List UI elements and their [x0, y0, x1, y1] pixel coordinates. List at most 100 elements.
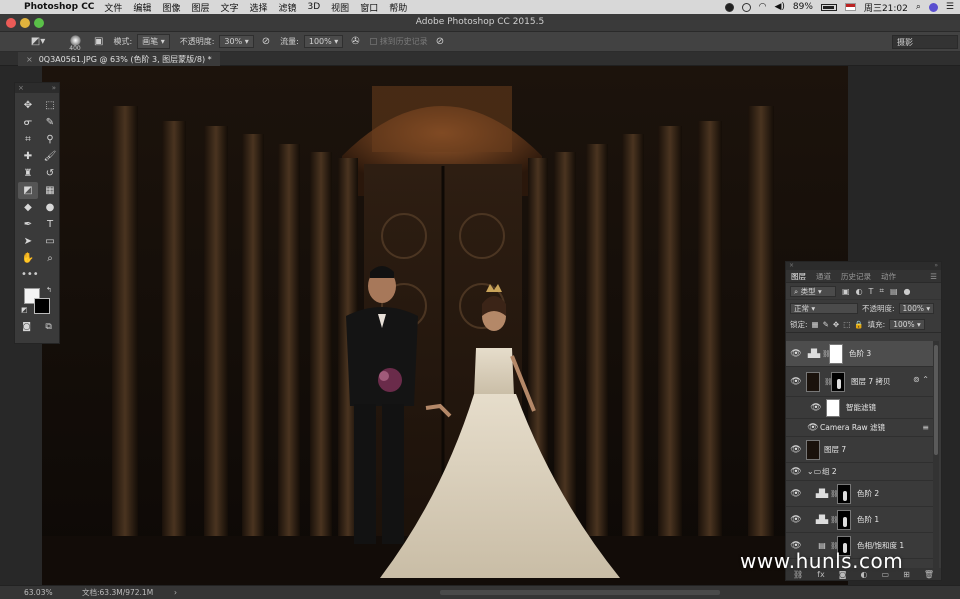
eyedropper-tool-icon[interactable]: ⚲ [40, 131, 60, 148]
status-menu-icon[interactable]: › [174, 588, 177, 597]
new-layer-icon[interactable]: ⊞ [903, 570, 910, 579]
battery-percent[interactable]: 89% [793, 2, 813, 12]
mask-link-icon[interactable]: ⛓ [830, 516, 839, 524]
layer-mask-thumbnail[interactable] [829, 343, 843, 364]
filter-type-icon[interactable]: T [869, 287, 874, 296]
siri-icon[interactable] [928, 2, 938, 12]
pen-tool-icon[interactable]: ✒ [18, 216, 38, 233]
battery-icon[interactable] [820, 3, 837, 11]
blend-mode-select[interactable]: 正常 ▾ [790, 303, 858, 314]
erase-to-history-checkbox[interactable]: 抹到历史记录 [369, 36, 428, 47]
layer-row[interactable]: 👁 图层 7 [786, 437, 933, 463]
volume-icon[interactable]: ◀) [774, 2, 784, 12]
visibility-eye-icon[interactable]: 👁 [786, 377, 806, 387]
menu-3d[interactable]: 3D [308, 2, 321, 12]
type-tool-icon[interactable]: T [40, 216, 60, 233]
crop-tool-icon[interactable]: ⌗ [18, 131, 38, 148]
record-icon[interactable] [724, 2, 734, 12]
layer-row[interactable]: 👁 ⛓ 图层 7 拷贝 ⊚ ⌃ [786, 367, 933, 397]
spotlight-search-icon[interactable]: ⌕ [916, 2, 921, 12]
pressure-opacity-icon[interactable]: ⊘ [262, 36, 270, 47]
history-brush-tool-icon[interactable]: ↺ [40, 165, 60, 182]
move-tool-icon[interactable]: ✥ [18, 97, 38, 114]
tools-panel-header[interactable]: ×» [15, 83, 59, 93]
layer-opacity-field[interactable]: 100% ▾ [898, 303, 935, 314]
close-tab-icon[interactable]: × [26, 55, 33, 64]
collapse-panel-icon[interactable]: » [934, 262, 938, 270]
quick-mask-icon[interactable]: ◙ [22, 322, 31, 332]
airbrush-icon[interactable]: ✇ [351, 36, 359, 47]
layer-row[interactable]: 👁 ▟▙ ⛓ 色阶 1 [786, 507, 933, 533]
menu-type[interactable]: 文字 [220, 1, 238, 14]
layer-mask-thumbnail[interactable] [837, 509, 851, 530]
menu-layer[interactable]: 图层 [191, 1, 209, 14]
zoom-level[interactable]: 63.03% [24, 588, 80, 597]
smart-filter-row[interactable]: 👁 智能滤镜 [786, 397, 933, 419]
tab-channels[interactable]: 通道 [811, 271, 836, 282]
group-row[interactable]: 👁 ⌄▭ 组 2 [786, 463, 933, 481]
lock-all-icon[interactable]: 🔒 [854, 320, 863, 329]
flow-field[interactable]: 100% ▾ [303, 35, 344, 48]
quick-select-tool-icon[interactable]: ✎ [40, 114, 60, 131]
eraser-tool-icon[interactable]: ◩ [18, 182, 38, 199]
smart-filter-toggle-icon[interactable]: ⊚ ⌃ [913, 375, 929, 384]
filter-pixel-icon[interactable]: ▣ [842, 287, 850, 296]
gradient-tool-icon[interactable]: ▦ [40, 182, 60, 199]
layer-filter-kind-select[interactable]: ⌕ 类型 ▾ [790, 285, 836, 297]
mask-link-icon[interactable]: ⛓ [824, 378, 833, 386]
visibility-eye-icon[interactable]: 👁 [806, 403, 826, 413]
group-expand-icon[interactable]: ⌄▭ [806, 467, 822, 476]
smart-filter-mask-thumbnail[interactable] [826, 398, 840, 417]
mask-link-icon[interactable]: ⛓ [822, 350, 831, 358]
pressure-size-icon[interactable]: ⊘ [436, 36, 444, 47]
lock-transparency-icon[interactable]: ▦ [812, 320, 819, 329]
workspace-switcher[interactable]: 摄影 [892, 35, 958, 49]
dodge-tool-icon[interactable]: ● [40, 199, 60, 216]
menu-clock[interactable]: 周三21:02 [864, 1, 908, 14]
blur-tool-icon[interactable]: ◆ [18, 199, 38, 216]
filter-row[interactable]: 👁 Camera Raw 滤镜 ≡ [786, 419, 933, 437]
visibility-eye-icon[interactable]: 👁 [786, 489, 806, 499]
filter-adjustment-icon[interactable]: ◐ [856, 287, 863, 296]
layer-row[interactable]: 👁 ▟▙ ⛓ 色阶 2 [786, 481, 933, 507]
panel-menu-icon[interactable]: ☰ [930, 272, 937, 281]
collapse-tools-icon[interactable]: × [18, 83, 24, 93]
visibility-eye-icon[interactable]: 👁 [786, 467, 806, 477]
filter-shape-icon[interactable]: ⌗ [879, 286, 884, 296]
layers-panel-header[interactable]: ×» [786, 262, 941, 270]
input-source-flag-icon[interactable] [844, 3, 856, 11]
filter-smart-object-icon[interactable]: ▤ [890, 287, 898, 296]
visibility-eye-icon[interactable]: 👁 [786, 349, 806, 359]
menu-select[interactable]: 选择 [249, 1, 267, 14]
app-menu[interactable]: Photoshop CC [24, 2, 94, 12]
brush-preset-picker[interactable]: 400 [64, 35, 86, 52]
layer-mask-thumbnail[interactable] [837, 483, 851, 504]
default-colors-icon[interactable]: ◩ [21, 306, 28, 314]
visibility-eye-icon[interactable]: 👁 [806, 423, 820, 433]
healing-brush-tool-icon[interactable]: ✚ [18, 148, 38, 165]
menu-help[interactable]: 帮助 [389, 1, 407, 14]
visibility-eye-icon[interactable]: 👁 [786, 445, 806, 455]
layer-mask-thumbnail[interactable] [831, 371, 845, 392]
menu-filter[interactable]: 滤镜 [279, 1, 297, 14]
path-select-tool-icon[interactable]: ➤ [18, 233, 38, 250]
clone-stamp-tool-icon[interactable]: ♜ [18, 165, 38, 182]
horizontal-scrollbar[interactable] [440, 590, 720, 595]
mask-link-icon[interactable]: ⛓ [830, 490, 839, 498]
brush-tool-icon[interactable]: 🖌 [40, 148, 60, 165]
layers-scrollbar-thumb[interactable] [934, 345, 938, 455]
delete-layer-icon[interactable]: 🗑 [924, 570, 934, 579]
mode-select[interactable]: 画笔 ▾ [137, 34, 170, 49]
expand-tools-icon[interactable]: » [52, 83, 56, 93]
opacity-field[interactable]: 30% ▾ [219, 35, 254, 48]
lasso-tool-icon[interactable]: ᓂ [18, 114, 38, 131]
document-tab[interactable]: × 0Q3A0561.JPG @ 63% (色阶 3, 图层蒙版/8) * [18, 52, 220, 66]
shape-tool-icon[interactable]: ▭ [40, 233, 60, 250]
zoom-tool-icon[interactable]: ⌕ [40, 250, 60, 267]
hand-tool-icon[interactable]: ✋ [18, 250, 38, 267]
lock-position-icon[interactable]: ✥ [833, 320, 839, 329]
layers-scrollbar[interactable] [933, 341, 939, 571]
menu-view[interactable]: 视图 [331, 1, 349, 14]
tab-layers[interactable]: 图层 [786, 271, 811, 282]
screen-mode-icon[interactable]: ⧉ [45, 322, 51, 332]
